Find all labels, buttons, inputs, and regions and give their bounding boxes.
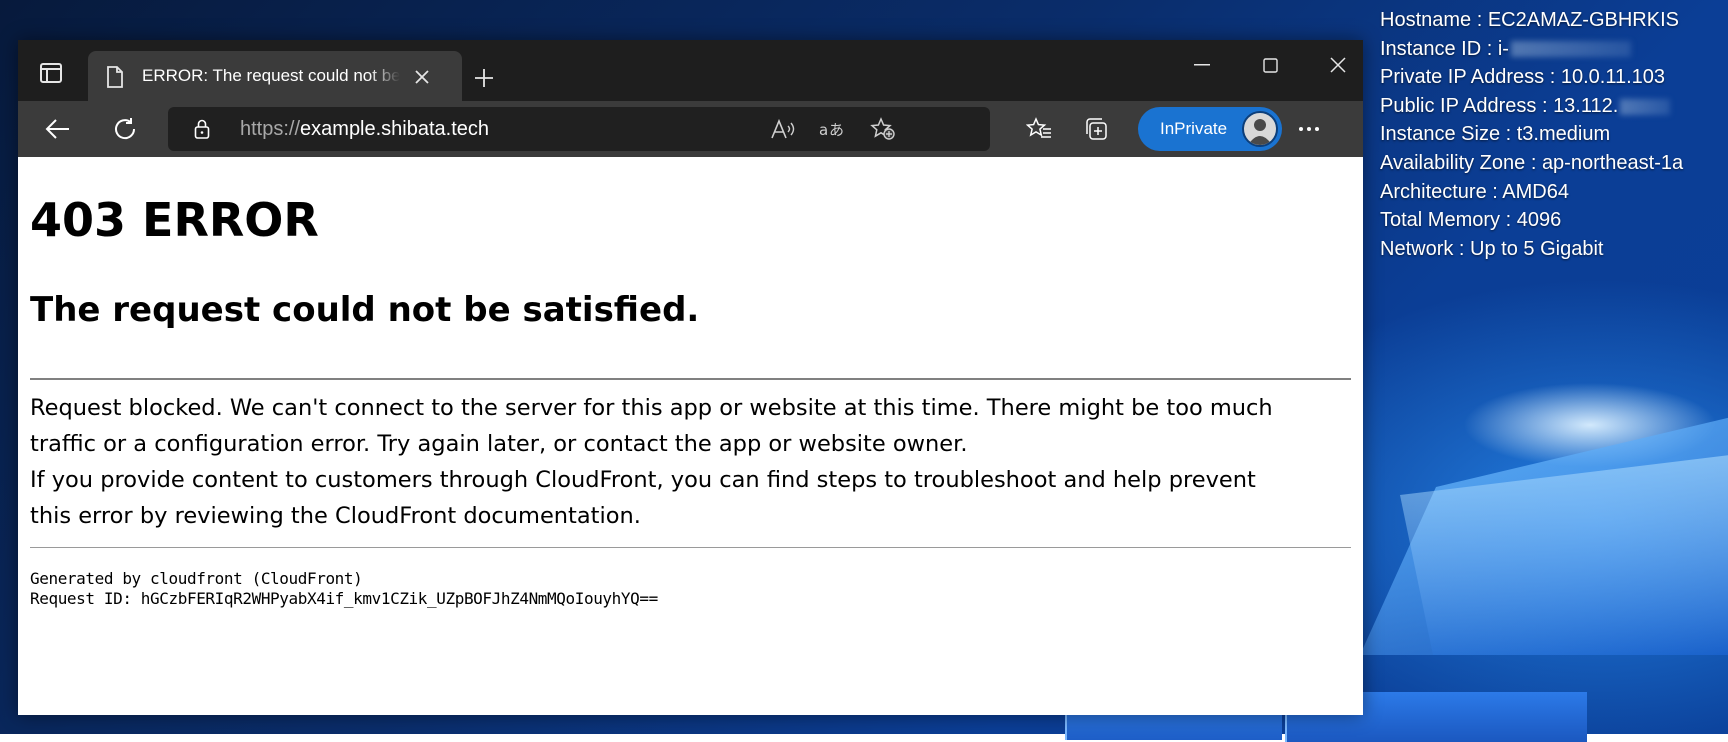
info-line: Instance Size : t3.medium [1380,120,1683,149]
lock-icon[interactable] [194,119,210,139]
tab-title: ERROR: The request could not be satisfie… [142,66,400,85]
info-line: Instance ID : i- [1380,35,1683,64]
refresh-button[interactable] [106,111,144,147]
info-label: Private IP Address [1380,66,1545,89]
info-value: EC2AMAZ-GBHRKIS [1487,9,1679,31]
info-value: ap-northeast-1a [1541,151,1684,174]
favorites-button[interactable] [1020,111,1058,147]
info-value: 4096 [1516,209,1562,232]
plus-icon [475,69,493,87]
minimize-button[interactable] [1179,50,1225,80]
info-value: AMD64 [1502,180,1569,203]
info-separator: : [1525,151,1542,174]
system-info-overlay: Hostname : EC2AMAZ-GBHRKIS Instance ID : … [1380,6,1683,263]
info-line: Architecture : AMD64 [1380,178,1683,207]
info-line: Total Memory : 4096 [1380,206,1683,235]
svg-text:a: a [819,121,828,139]
tab-actions-button[interactable] [32,54,70,92]
address-bar[interactable]: https://example.shibata.tech a あ [168,107,990,151]
translate-icon: a あ [819,121,844,139]
tab-active[interactable]: ERROR: The request could not be satisfie… [88,51,462,101]
svg-text:あ: あ [829,121,844,139]
error-message: Request blocked. We can't connect to the… [30,390,1352,534]
page-icon [107,66,123,88]
info-label: Architecture [1380,180,1487,203]
request-id-text: Request ID: hGCzbFERIqR2WHPyabX4if_kmv1C… [30,589,658,608]
error-message-line: traffic or a configuration error. Try ag… [30,431,968,457]
info-value: i- [1497,37,1509,60]
error-message-line: If you provide content to customers thro… [30,467,1256,493]
star-add-icon [870,117,895,140]
info-line: Private IP Address : 10.0.11.103 [1380,63,1683,92]
info-value: 13.112. [1553,94,1619,117]
info-separator: : [1500,123,1517,146]
tab-actions-icon [40,63,62,83]
info-label: Instance ID [1380,37,1482,60]
divider [30,378,1351,380]
info-label: Instance Size [1380,123,1501,146]
info-line: Public IP Address : 13.112. [1380,92,1683,121]
error-subheading: The request could not be satisfied. [30,290,700,330]
error-message-line: Request blocked. We can't connect to the… [30,395,1273,421]
error-heading: 403 ERROR [30,193,319,247]
redacted-value [1620,98,1671,115]
refresh-icon [115,118,136,140]
toolbar: https://example.shibata.tech a あ InPriva… [18,101,1363,157]
tab-bar: ERROR: The request could not be satisfie… [18,40,1363,101]
minimize-icon [1194,64,1210,66]
new-tab-button[interactable] [466,60,502,96]
url-text[interactable]: https://example.shibata.tech [240,118,489,141]
info-separator: : [1486,180,1503,203]
info-label: Network [1380,237,1454,260]
info-separator: : [1453,237,1471,260]
maximize-icon [1262,57,1278,73]
read-aloud-button[interactable] [768,115,798,143]
footer-details: Generated by cloudfront (CloudFront) Req… [30,569,658,609]
info-label: Hostname [1380,9,1472,31]
redacted-value [1510,41,1631,58]
info-line: Availability Zone : ap-northeast-1a [1380,149,1683,178]
info-label: Availability Zone [1380,151,1526,174]
page-content: 403 ERROR The request could not be satis… [18,157,1363,715]
divider [30,547,1351,548]
info-separator: : [1481,37,1498,60]
close-icon [415,70,429,84]
info-label: Total Memory [1380,209,1501,232]
translate-button[interactable]: a あ [818,115,848,143]
close-window-button[interactable] [1315,50,1361,80]
url-host: example.shibata.tech [300,118,490,140]
profile-icon [1248,119,1272,145]
add-favorite-button[interactable] [868,115,898,143]
inprivate-button[interactable]: InPrivate [1138,107,1282,151]
more-options-button[interactable] [1290,111,1328,147]
browser-window: ERROR: The request could not be satisfie… [18,40,1363,715]
info-separator: : [1536,94,1554,117]
info-label: Public IP Address [1380,94,1537,117]
error-message-line: this error by reviewing the CloudFront d… [30,503,641,529]
generated-by-text: Generated by cloudfront (CloudFront) [30,569,363,588]
collections-icon [1086,118,1107,140]
collections-button[interactable] [1078,111,1116,147]
tab-close-button[interactable] [410,65,434,89]
info-separator: : [1500,209,1517,232]
info-value: Up to 5 Gigabit [1470,237,1604,260]
read-aloud-icon [771,118,795,139]
info-value: t3.medium [1516,123,1611,146]
close-icon [1330,57,1346,73]
info-value: 10.0.11.103 [1560,66,1666,89]
info-line: Hostname : EC2AMAZ-GBHRKIS [1380,6,1683,35]
info-line: Network : Up to 5 Gigabit [1380,235,1683,264]
back-button[interactable] [38,111,76,147]
info-separator: : [1471,9,1488,31]
favorites-icon [1026,117,1051,138]
info-separator: : [1544,66,1561,89]
avatar [1242,111,1278,147]
url-protocol: https:// [240,118,301,140]
inprivate-label: InPrivate [1160,119,1228,138]
maximize-button[interactable] [1247,50,1293,80]
arrow-left-icon [45,119,69,139]
more-icon [1299,127,1319,131]
